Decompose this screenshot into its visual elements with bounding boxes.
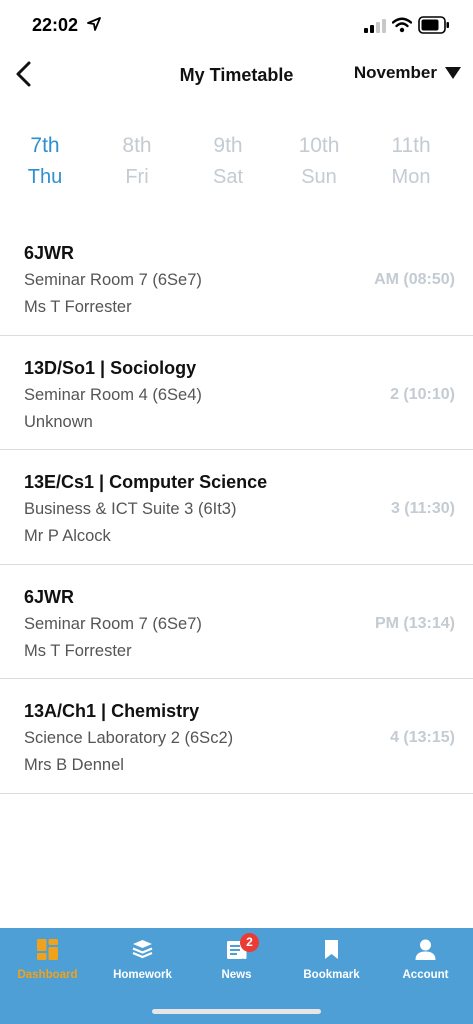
tab-label: Dashboard <box>17 969 78 981</box>
day-name: Thu <box>27 166 63 188</box>
homework-icon <box>132 940 153 959</box>
lesson-title: 13D/So1 | Sociology <box>24 357 197 378</box>
home-indicator <box>152 1009 321 1014</box>
day-name: Fri <box>125 166 149 188</box>
tab-bookmark[interactable]: Bookmark <box>284 928 379 998</box>
day-tab[interactable]: 11th Mon <box>366 130 456 192</box>
day-name: Sun <box>301 166 337 188</box>
lesson-list: 6JWR Seminar Room 7 (6Se7) Ms T Forreste… <box>0 221 473 794</box>
day-number: 10th <box>298 134 340 157</box>
lesson-room: Business & ICT Suite 3 (6It3) <box>24 500 237 518</box>
month-label: November <box>353 63 437 82</box>
nav-header: My Timetable November <box>0 50 473 100</box>
lesson-teacher: Ms T Forrester <box>24 641 132 660</box>
lesson-teacher: Ms T Forrester <box>24 298 132 316</box>
bookmark-icon <box>325 940 338 959</box>
caret-down-icon <box>445 67 461 79</box>
tab-label: News <box>221 969 252 981</box>
status-bar: 22:02 <box>0 0 473 50</box>
lesson-title: 6JWR <box>24 243 75 263</box>
lesson-item[interactable]: 6JWR Seminar Room 7 (6Se7) Ms T Forreste… <box>0 565 473 679</box>
day-number: 8th <box>122 134 152 157</box>
lesson-period: 2 (10:10) <box>390 385 455 403</box>
tab-account[interactable]: Account <box>378 928 473 998</box>
bottom-tab-bar: Dashboard Homework 2 News Bookmark Accou… <box>0 928 473 1024</box>
tab-label: Account <box>402 969 449 981</box>
day-number: 9th <box>213 134 243 157</box>
lesson-room: Science Laboratory 2 (6Sc2) <box>24 729 234 747</box>
account-icon <box>415 939 436 960</box>
lesson-room: Seminar Room 7 (6Se7) <box>24 271 202 289</box>
lesson-period: 3 (11:30) <box>390 500 455 517</box>
day-tab[interactable]: 10th Sun <box>274 130 364 192</box>
lesson-room: Seminar Room 7 (6Se7) <box>24 614 202 633</box>
cellular-signal-icon <box>364 19 386 33</box>
lesson-title: 13A/Ch1 | Chemistry <box>24 701 200 721</box>
lesson-period: 4 (13:15) <box>390 729 455 746</box>
tab-label: Bookmark <box>303 969 360 981</box>
day-tab[interactable]: 8th Fri <box>92 130 182 192</box>
tab-dashboard[interactable]: Dashboard <box>0 928 95 998</box>
tab-label: Homework <box>113 969 172 981</box>
day-number: 7th <box>30 134 60 157</box>
status-time: 22:02 <box>32 15 79 35</box>
lesson-item[interactable]: 13E/Cs1 | Computer Science Business & IC… <box>0 450 473 565</box>
day-name: Sat <box>212 166 244 188</box>
notification-badge: 2 <box>240 933 259 952</box>
lesson-item[interactable]: 13D/So1 | Sociology Seminar Room 4 (6Se4… <box>0 336 473 450</box>
day-selector: 7th Thu 8th Fri 9th Sat 10th Sun 11th Mo… <box>0 130 473 200</box>
dashboard-icon <box>37 939 58 960</box>
lesson-teacher: Mrs B Dennel <box>24 756 124 774</box>
wifi-icon <box>392 17 412 33</box>
month-select[interactable]: November <box>354 63 461 83</box>
lesson-room: Seminar Room 4 (6Se4) <box>24 385 202 404</box>
lesson-item[interactable]: 6JWR Seminar Room 7 (6Se7) Ms T Forreste… <box>0 221 473 336</box>
lesson-period: AM (08:50) <box>374 271 455 288</box>
lesson-teacher: Mr P Alcock <box>24 527 111 545</box>
day-tab[interactable]: 9th Sat <box>183 130 273 192</box>
battery-icon <box>418 16 449 34</box>
tab-homework[interactable]: Homework <box>95 928 190 998</box>
day-tab[interactable]: 7th Thu <box>0 130 90 192</box>
day-name: Mon <box>391 166 431 188</box>
lesson-period: PM (13:14) <box>374 614 455 632</box>
lesson-title: 6JWR <box>24 586 75 607</box>
day-number: 11th <box>391 134 431 157</box>
lesson-teacher: Unknown <box>24 412 93 431</box>
location-arrow-icon <box>87 17 101 31</box>
tab-news[interactable]: 2 News <box>189 928 284 998</box>
lesson-title: 13E/Cs1 | Computer Science <box>24 472 268 492</box>
lesson-item[interactable]: 13A/Ch1 | Chemistry Science Laboratory 2… <box>0 679 473 794</box>
